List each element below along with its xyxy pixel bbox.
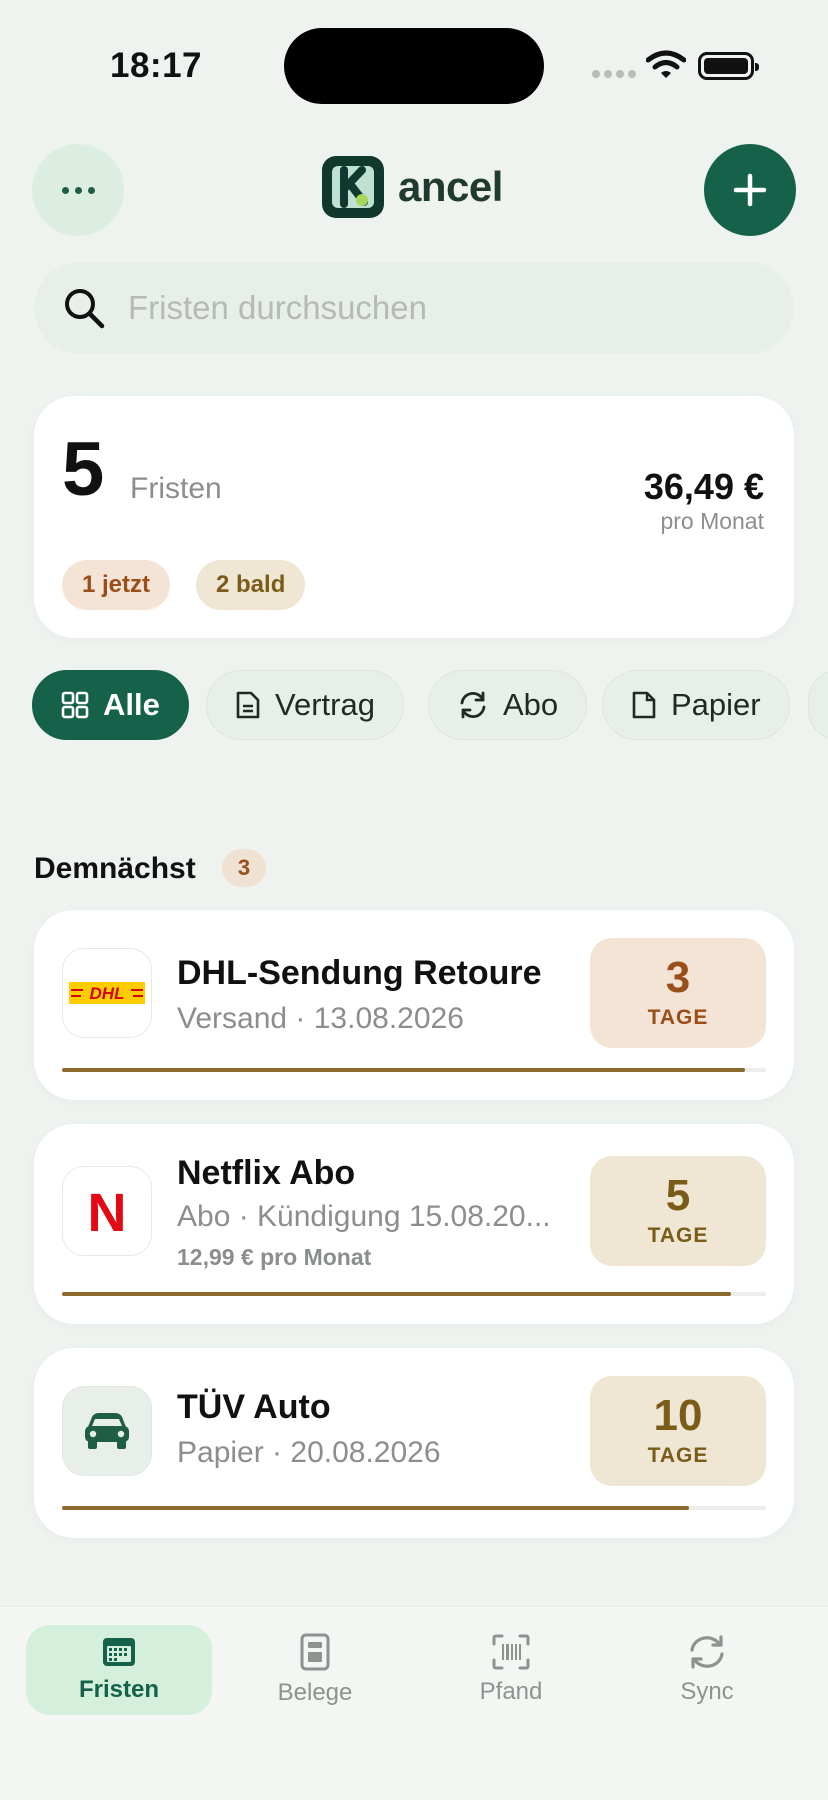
app-logo-icon	[322, 156, 384, 218]
status-bar: 18:17	[0, 0, 828, 130]
deadline-progress-fill	[62, 1068, 745, 1072]
deadline-card-netflix[interactable]: N Netflix Abo Abo · Kündigung 15.08.20..…	[34, 1124, 794, 1324]
grid-icon	[61, 691, 89, 719]
badge-soon[interactable]: 2 bald	[196, 560, 306, 610]
deadline-progress-fill	[62, 1292, 731, 1296]
tab-pfand[interactable]: Pfand	[418, 1625, 604, 1715]
battery-icon	[698, 52, 759, 80]
tab-bar: Fristen Belege Pfand Sync	[0, 1606, 828, 1800]
days-remaining-unit: TAGE	[647, 1224, 709, 1247]
deadline-count: 5	[62, 427, 105, 512]
netflix-logo: N	[62, 1166, 152, 1256]
search-icon	[65, 289, 105, 329]
refresh-icon	[460, 691, 486, 719]
filter-paper-label: Papier	[671, 687, 761, 722]
signal-icon	[592, 70, 636, 78]
status-time: 18:17	[110, 46, 203, 85]
deadline-progress-fill	[62, 1506, 689, 1510]
filter-all[interactable]: Alle	[32, 670, 189, 740]
plus-icon	[733, 173, 767, 207]
receipt-icon	[300, 1633, 330, 1671]
days-remaining-number: 3	[665, 953, 691, 1002]
days-remaining-unit: TAGE	[647, 1444, 709, 1467]
tab-sync-label: Sync	[680, 1678, 734, 1705]
deadline-progress-bar	[62, 1068, 766, 1072]
more-options-button[interactable]	[32, 144, 124, 236]
search-input[interactable]	[128, 289, 728, 327]
tab-fristen-label: Fristen	[78, 1676, 159, 1703]
deadline-card-tuev[interactable]: TÜV Auto Papier · 20.08.2026 10 TAGE	[34, 1348, 794, 1538]
days-remaining-number: 10	[653, 1391, 703, 1440]
tab-belege[interactable]: Belege	[222, 1625, 408, 1715]
summary-card: 5 Fristen 36,49 € pro Monat 1 jetzt 2 ba…	[34, 396, 794, 638]
tab-sync[interactable]: Sync	[614, 1625, 800, 1715]
calendar-icon	[103, 1638, 135, 1666]
days-remaining-badge: 5 TAGE	[590, 1156, 766, 1266]
paper-icon	[632, 691, 656, 719]
dynamic-island	[284, 28, 544, 104]
deadline-subtitle: Versand · 13.08.2026	[177, 1002, 464, 1035]
deadline-progress-bar	[62, 1506, 766, 1510]
filter-subscription-label: Abo	[503, 687, 559, 722]
wifi-icon	[646, 50, 686, 78]
deadline-price: 12,99 € pro Monat	[177, 1244, 372, 1270]
deadline-title: TÜV Auto	[177, 1388, 331, 1426]
svg-text:DHL: DHL	[90, 984, 125, 1003]
deadline-card-dhl[interactable]: DHL DHL-Sendung Retoure Versand · 13.08.…	[34, 910, 794, 1100]
tab-pfand-label: Pfand	[479, 1678, 543, 1705]
days-remaining-number: 5	[665, 1171, 691, 1220]
badge-now[interactable]: 1 jetzt	[62, 560, 171, 610]
filter-subscription[interactable]: Abo	[428, 670, 588, 740]
days-remaining-unit: TAGE	[647, 1006, 709, 1029]
days-remaining-badge: 3 TAGE	[590, 938, 766, 1048]
add-deadline-button[interactable]	[704, 144, 796, 236]
more-dots-icon	[61, 186, 69, 194]
deadline-count-label: Fristen	[130, 472, 222, 505]
deadline-progress-bar	[62, 1292, 766, 1296]
section-title: Demnächst	[34, 852, 196, 885]
filter-chips: Alle Vertrag Abo Papier	[32, 670, 828, 740]
monthly-amount-label: pro Monat	[660, 508, 764, 534]
section-count-badge: 3	[222, 849, 266, 887]
filter-more[interactable]	[808, 670, 828, 740]
tab-belege-label: Belege	[277, 1679, 353, 1706]
dhl-logo: DHL	[62, 948, 152, 1038]
search-bar[interactable]	[34, 262, 794, 354]
deadline-title: DHL-Sendung Retoure	[177, 954, 542, 992]
days-remaining-badge: 10 TAGE	[590, 1376, 766, 1486]
monthly-amount: 36,49 €	[643, 466, 764, 507]
deadline-subtitle: Papier · 20.08.2026	[177, 1436, 441, 1469]
car-icon	[62, 1386, 152, 1476]
document-icon	[236, 691, 260, 719]
filter-contract-label: Vertrag	[275, 687, 375, 722]
sync-icon	[690, 1635, 724, 1669]
filter-contract[interactable]: Vertrag	[206, 670, 404, 740]
filter-all-label: Alle	[103, 687, 160, 722]
app-name: ancel	[398, 163, 503, 210]
svg-text:N: N	[90, 1185, 124, 1237]
app-logo: ancel	[322, 156, 503, 218]
barcode-scan-icon	[492, 1634, 530, 1670]
tab-fristen[interactable]: Fristen	[26, 1625, 212, 1715]
filter-paper[interactable]: Papier	[602, 670, 790, 740]
deadline-title: Netflix Abo	[177, 1154, 356, 1192]
deadline-subtitle: Abo · Kündigung 15.08.20...	[177, 1200, 551, 1233]
